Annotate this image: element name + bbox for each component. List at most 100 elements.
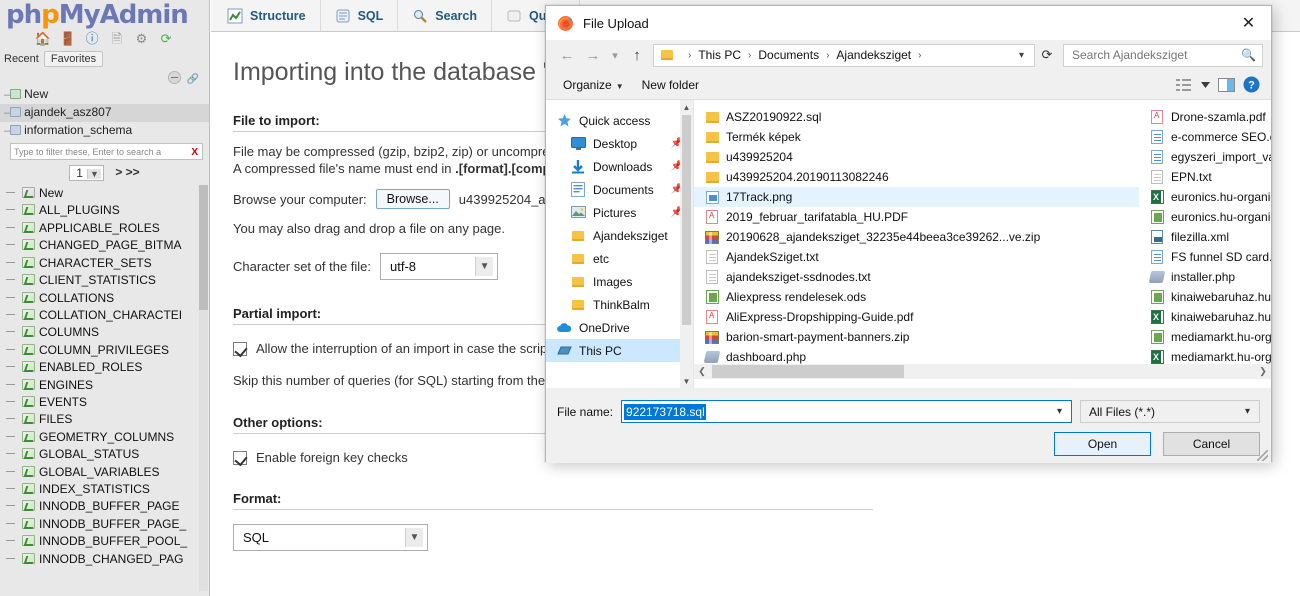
file-list-item[interactable]: barion-smart-payment-banners.zip — [694, 327, 1139, 347]
navpane-item-documents[interactable]: Documents 📌 — [546, 178, 693, 201]
breadcrumb[interactable]: › This PC › Documents › Ajandeksziget › … — [653, 43, 1035, 67]
file-list-item[interactable]: installer.php — [1139, 267, 1271, 287]
chevron-down-icon[interactable] — [1197, 74, 1213, 96]
clear-filter-icon[interactable]: X — [191, 146, 198, 159]
table-list-item[interactable]: COLLATIONS — [0, 290, 209, 307]
pma-logo[interactable]: phpMyAdmin — [0, 0, 209, 30]
chevron-up-icon[interactable]: ▲ — [680, 100, 693, 114]
db-item-ajandek[interactable]: – ajandek_asz807 — [0, 104, 209, 123]
charset-select[interactable]: utf-8 ▼ — [380, 253, 499, 280]
scrollbar-thumb[interactable] — [712, 365, 904, 378]
navpane-item-images[interactable]: Images — [546, 270, 693, 293]
filename-input[interactable]: 922173718.sql ▾ — [621, 400, 1072, 423]
chevron-right-icon[interactable]: ❯ — [1255, 366, 1271, 377]
table-list-item[interactable]: ENABLED_ROLES — [0, 359, 209, 376]
navpane-item-downloads[interactable]: Downloads 📌 — [546, 155, 693, 178]
search-input[interactable]: Search Ajandeksziget 🔍 — [1063, 43, 1263, 67]
collapse-all-icon[interactable] — [167, 71, 181, 85]
exit-icon[interactable]: 🚪 — [58, 31, 77, 48]
table-list-item[interactable]: INDEX_STATISTICS — [0, 481, 209, 498]
preview-pane-icon[interactable] — [1213, 74, 1239, 96]
chevron-down-icon[interactable]: ▾ — [606, 43, 624, 67]
table-list-item[interactable]: INNODB_CHANGED_PAG — [0, 551, 209, 568]
navpane-item-this-pc[interactable]: This PC — [546, 339, 693, 362]
new-folder-button[interactable]: New folder — [633, 75, 708, 95]
file-list-item[interactable]: 2019_februar_tarifatabla_HU.PDF — [694, 207, 1139, 227]
navpane-scrollbar[interactable]: ▲ ▼ — [680, 100, 693, 388]
file-type-filter[interactable]: All Files (*.*) ▾ — [1080, 400, 1260, 423]
breadcrumb-item-documents[interactable]: Documents — [758, 48, 819, 62]
favorites-tab[interactable]: Favorites — [43, 51, 104, 68]
dialog-title-bar[interactable]: File Upload ✕ — [546, 6, 1271, 40]
scrollbar-thumb[interactable] — [199, 185, 208, 311]
table-list-item[interactable]: CHANGED_PAGE_BITMA — [0, 237, 209, 254]
refresh-icon[interactable]: ⟳ — [1035, 44, 1059, 67]
db-item-new[interactable]: – New — [0, 86, 209, 104]
table-list-item[interactable]: APPLICABLE_ROLES — [0, 220, 209, 237]
link-icon[interactable]: 🔗 — [184, 74, 199, 86]
table-list-item[interactable]: COLLATION_CHARACTEI — [0, 307, 209, 324]
file-list-item[interactable]: euronics.hu-organic — [1139, 207, 1271, 227]
arrow-up-icon[interactable]: ↑ — [624, 43, 650, 67]
navpane-item-desktop[interactable]: Desktop 📌 — [546, 132, 693, 155]
navpane-item-ajandeksziget[interactable]: Ajandeksziget — [546, 224, 693, 247]
table-list-item[interactable]: COLUMNS — [0, 324, 209, 341]
arrow-right-icon[interactable]: → — [580, 43, 606, 67]
file-list-item[interactable]: 17Track.png — [694, 187, 1139, 207]
file-list-item[interactable]: egyszeri_import_va — [1139, 147, 1271, 167]
table-list-item[interactable]: New — [0, 185, 209, 202]
tab-sql[interactable]: SQL — [321, 0, 399, 31]
scrollbar-thumb[interactable] — [682, 115, 691, 325]
table-list-item[interactable]: GLOBAL_STATUS — [0, 446, 209, 463]
table-list-item[interactable]: ENGINES — [0, 377, 209, 394]
file-list-item[interactable]: u439925204 — [694, 147, 1139, 167]
file-list-item[interactable]: EPN.txt — [1139, 167, 1271, 187]
recent-tab[interactable]: Recent — [4, 53, 39, 65]
file-list-hscrollbar[interactable]: ❮ ❯ — [694, 364, 1271, 379]
navpane-item-pictures[interactable]: Pictures 📌 — [546, 201, 693, 224]
breadcrumb-item-ajandeksziget[interactable]: Ajandeksziget — [836, 48, 911, 62]
file-list-item[interactable]: kinaiwebaruhaz.hu- — [1139, 287, 1271, 307]
file-list-item[interactable]: AjandekSziget.txt — [694, 247, 1139, 267]
file-list-item[interactable]: Termék képek — [694, 127, 1139, 147]
file-list-item[interactable]: Drone-szamla.pdf — [1139, 107, 1271, 127]
allow-interrupt-checkbox[interactable] — [233, 341, 247, 356]
file-list-item[interactable]: ajandeksziget-ssdnodes.txt — [694, 267, 1139, 287]
chevron-down-icon[interactable]: ▼ — [680, 374, 693, 388]
foreign-key-checks-checkbox[interactable] — [233, 450, 247, 465]
navpane-item-onedrive[interactable]: OneDrive — [546, 316, 693, 339]
cancel-button[interactable]: Cancel — [1163, 432, 1260, 456]
file-list-item[interactable]: e-commerce SEO.o — [1139, 127, 1271, 147]
open-button[interactable]: Open — [1054, 432, 1151, 456]
tab-search[interactable]: Search — [398, 0, 492, 31]
pager-next-arrows[interactable]: > >> — [115, 165, 139, 179]
docs-icon[interactable]: 🗎 — [107, 31, 126, 48]
chevron-down-icon[interactable]: ▾ — [1050, 406, 1069, 417]
organize-menu[interactable]: Organize ▼ — [554, 75, 633, 95]
format-select[interactable]: SQL ▼ — [233, 524, 428, 551]
table-list-item[interactable]: INNODB_BUFFER_PAGE — [0, 498, 209, 515]
table-list-item[interactable]: GLOBAL_VARIABLES — [0, 464, 209, 481]
hscroll-track[interactable] — [710, 364, 1255, 379]
navpane-item-thinkbalm[interactable]: ThinkBalm — [546, 293, 693, 316]
file-list-item[interactable]: u439925204.20190113082246 — [694, 167, 1139, 187]
home-icon[interactable]: 🏠 — [33, 31, 52, 48]
table-list-item[interactable]: EVENTS — [0, 394, 209, 411]
help-icon[interactable]: ? — [1239, 74, 1263, 96]
table-list-item[interactable]: COLUMN_PRIVILEGES — [0, 342, 209, 359]
file-list-item[interactable]: 20190628_ajandeksziget_32235e44beea3ce39… — [694, 227, 1139, 247]
resize-grip[interactable] — [1257, 450, 1268, 461]
settings-icon[interactable]: ⚙ — [132, 31, 151, 48]
chevron-left-icon[interactable]: ❮ — [694, 366, 710, 377]
chevron-down-icon[interactable]: ▾ — [1013, 50, 1030, 61]
file-list-item[interactable]: Aliexpress rendelesek.ods — [694, 287, 1139, 307]
table-list-item[interactable]: GEOMETRY_COLUMNS — [0, 429, 209, 446]
db-item-information-schema[interactable]: – information_schema — [0, 122, 209, 140]
file-list-item[interactable]: euronics.hu-organic — [1139, 187, 1271, 207]
page-select[interactable]: 1 ▼ — [69, 165, 104, 182]
file-list-item[interactable]: kinaiwebaruhaz.hu- — [1139, 307, 1271, 327]
tab-structure[interactable]: Structure — [213, 0, 321, 31]
browse-button[interactable]: Browse... — [375, 189, 450, 209]
breadcrumb-item-this-pc[interactable]: This PC — [698, 48, 741, 62]
file-list-item[interactable]: FS funnel SD card.o — [1139, 247, 1271, 267]
